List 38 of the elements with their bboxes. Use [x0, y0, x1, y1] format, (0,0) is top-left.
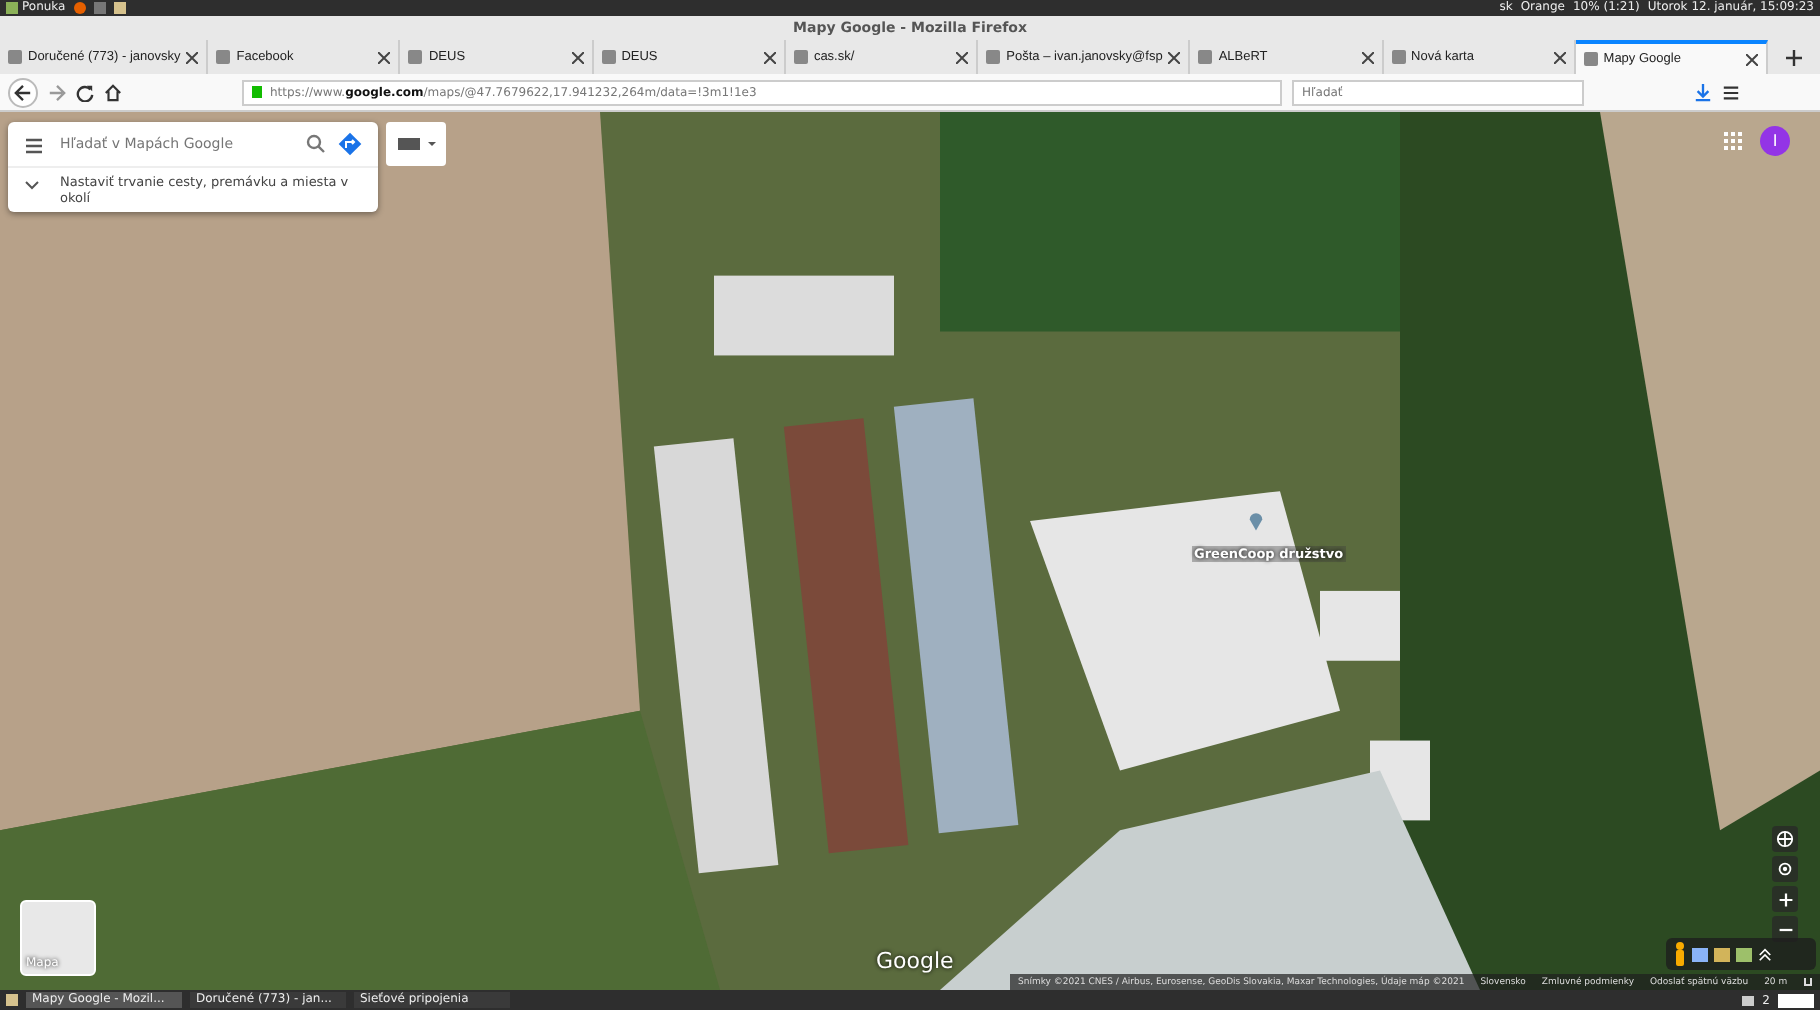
directions-icon[interactable]: [338, 132, 362, 156]
favicon-icon: [1198, 50, 1213, 64]
favicon-icon: [601, 50, 616, 64]
close-icon[interactable]: [1168, 51, 1181, 63]
favicon-icon: [216, 50, 231, 64]
close-icon[interactable]: [186, 51, 199, 63]
place-pin-icon[interactable]: [1248, 510, 1264, 532]
close-icon[interactable]: [571, 51, 584, 63]
keyboard-icon: [397, 138, 419, 150]
close-icon[interactable]: [1746, 53, 1759, 65]
zoom-in-icon[interactable]: [1772, 886, 1798, 912]
folder-icon[interactable]: [113, 2, 126, 14]
download-icon[interactable]: [1694, 83, 1712, 101]
close-icon[interactable]: [763, 51, 776, 63]
expand-up-icon[interactable]: [1758, 947, 1772, 961]
favicon-icon: [1391, 50, 1406, 64]
location-icon[interactable]: [1772, 856, 1798, 882]
pegman-icon[interactable]: [1674, 942, 1686, 966]
google-logo: Google: [876, 948, 954, 974]
forward-icon[interactable]: [48, 83, 66, 101]
compass-icon[interactable]: [1772, 826, 1798, 852]
favicon-icon: [793, 50, 808, 64]
favicon-icon: [8, 50, 22, 64]
favicon-icon: [1583, 52, 1598, 66]
favicon-icon: [986, 50, 1001, 64]
favicon-icon: [408, 50, 423, 64]
caret-icon: [427, 142, 435, 146]
input-tools-button[interactable]: [386, 122, 446, 166]
close-icon[interactable]: [956, 51, 969, 63]
workspace-switcher[interactable]: [1778, 993, 1814, 1007]
close-icon[interactable]: [1553, 51, 1566, 63]
back-icon[interactable]: [8, 77, 38, 107]
home-icon[interactable]: [104, 83, 122, 101]
close-icon[interactable]: [1361, 51, 1374, 63]
close-icon[interactable]: [378, 51, 391, 63]
search-icon[interactable]: [306, 134, 326, 154]
scale-bar-icon: [1803, 978, 1812, 986]
reload-icon[interactable]: [76, 83, 94, 101]
